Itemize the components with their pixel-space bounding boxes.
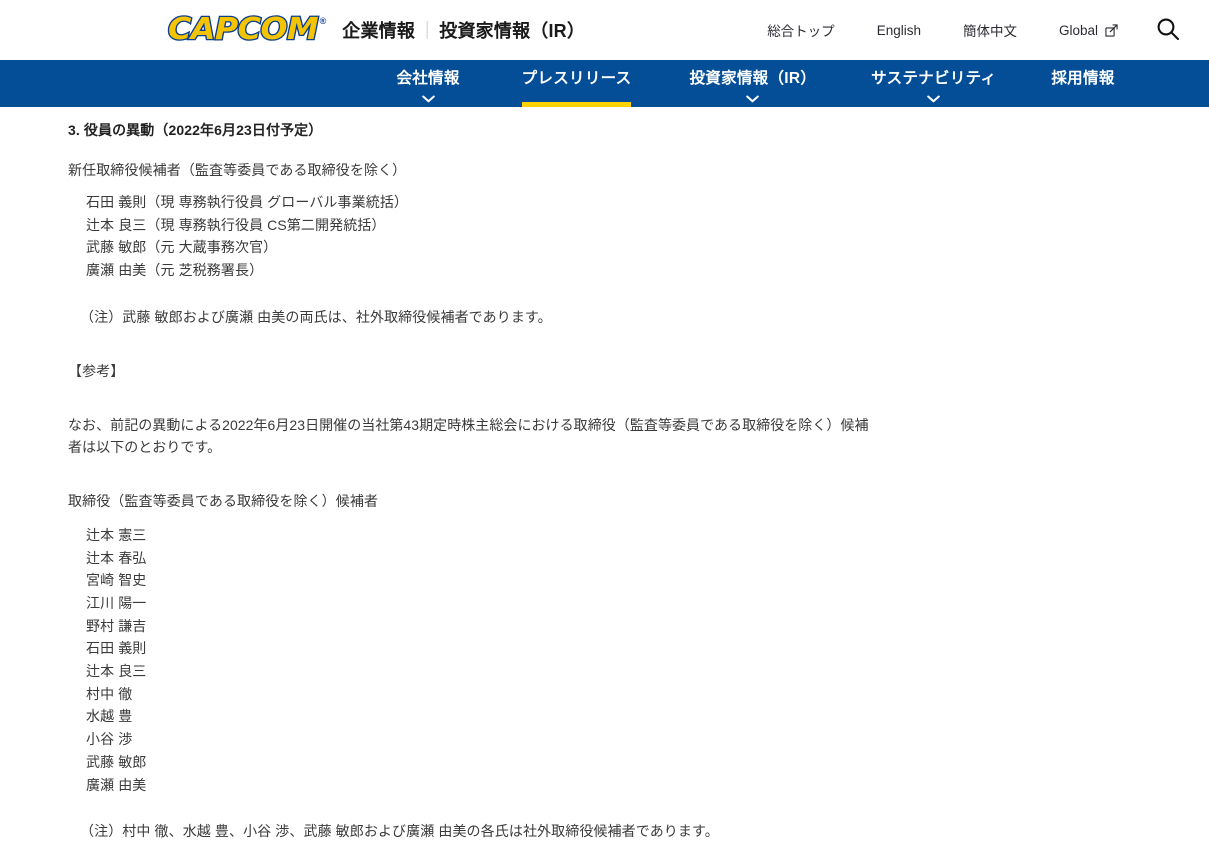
new-directors-note: （注）武藤 敏郎および廣瀬 由美の両氏は、社外取締役候補者であります。 [68,306,1209,328]
list-item: 辻本 憲三 [68,524,1209,547]
page-title-right: 投資家情報（IR） [439,21,585,41]
utility-link-english-label: English [877,23,921,38]
search-icon [1155,16,1181,45]
list-item: 村中 徹 [68,683,1209,706]
nav-item-recruitment[interactable]: 採用情報 [1051,60,1114,107]
utility-link-chinese-label: 簡体中文 [963,20,1017,40]
nav-item-company-info-label: 会社情報 [396,70,459,87]
main-navigation: 会社情報 プレスリリース 投資家情報（IR） サステナビリティ [0,60,1209,107]
list-item: 廣瀬 由美 [68,774,1209,797]
list-item: 野村 謙吉 [68,615,1209,638]
list-item: 武藤 敏郎（元 大蔵事務次官） [68,236,1209,259]
chevron-down-icon [927,90,940,98]
nav-item-investor-relations-label: 投資家情報（IR） [689,70,816,87]
content-inner: 3. 役員の異動（2022年6月23日付予定） 新任取締役候補者（監査等委員であ… [0,107,1209,842]
section-heading: 3. 役員の異動（2022年6月23日付予定） [68,119,1209,141]
main-navigation-inner: 会社情報 プレスリリース 投資家情報（IR） サステナビリティ [0,60,1209,107]
spacer [68,141,1209,159]
list-item: 廣瀬 由美（元 芝税務署長） [68,259,1209,282]
nav-item-recruitment-label: 採用情報 [1051,70,1114,87]
registered-trademark-icon: ® [320,17,327,26]
candidates-note: （注）村中 徹、水越 豊、小谷 渉、武藤 敏郎および廣瀬 由美の各氏は社外取締役… [68,820,1209,842]
main-content: 3. 役員の異動（2022年6月23日付予定） 新任取締役候補者（監査等委員であ… [0,107,1209,842]
list-item: 小谷 渉 [68,728,1209,751]
page-title-left: 企業情報 [342,21,415,41]
page-title-separator: ｜ [415,21,439,41]
external-link-icon [1105,24,1118,37]
brand-block[interactable]: CAPCOM ® 企業情報｜投資家情報（IR） [168,15,585,45]
utility-link-chinese[interactable]: 簡体中文 [942,20,1038,40]
nav-item-sustainability-label: サステナビリティ [871,70,996,87]
reference-paragraph: なお、前記の異動による2022年6月23日開催の当社第43期定時株主総会における… [68,414,880,458]
reference-label: 【参考】 [68,360,1209,382]
new-directors-list: 石田 義則（現 専務執行役員 グローバル事業統括） 辻本 良三（現 専務執行役員… [68,191,1209,282]
nav-item-sustainability[interactable]: サステナビリティ [871,60,996,107]
capcom-logo[interactable]: CAPCOM ® [168,15,326,45]
spacer [68,796,1209,806]
new-directors-label: 新任取締役候補者（監査等委員である取締役を除く） [68,159,1209,181]
capcom-wordmark: CAPCOM [168,15,318,45]
candidates-list: 辻本 憲三 辻本 春弘 宮崎 智史 江川 陽一 野村 謙吉 石田 義則 辻本 良… [68,524,1209,796]
list-item: 江川 陽一 [68,592,1209,615]
chevron-down-icon [746,90,759,98]
page-title: 企業情報｜投資家情報（IR） [342,17,585,43]
spacer [68,282,1209,292]
chevron-down-icon [422,90,435,98]
list-item: 辻本 良三 [68,660,1209,683]
list-item: 宮崎 智史 [68,569,1209,592]
utility-link-top-label: 総合トップ [767,20,835,40]
search-button[interactable] [1149,16,1187,45]
list-item: 水越 豊 [68,705,1209,728]
nav-item-company-info[interactable]: 会社情報 [396,60,459,107]
spacer [68,382,1209,400]
utility-link-global-label: Global [1059,23,1098,38]
nav-item-press-release-label: プレスリリース [522,70,632,87]
spacer [68,512,1209,524]
nav-active-underline [522,102,632,107]
spacer [68,472,1209,490]
utility-nav: 総合トップ English 簡体中文 Global [746,0,1209,60]
spacer [68,181,1209,191]
candidates-label: 取締役（監査等委員である取締役を除く）候補者 [68,490,1209,512]
spacer [68,342,1209,360]
nav-item-investor-relations[interactable]: 投資家情報（IR） [689,60,816,107]
list-item: 辻本 春弘 [68,547,1209,570]
list-item: 石田 義則 [68,637,1209,660]
utility-link-top[interactable]: 総合トップ [746,20,856,40]
list-item: 辻本 良三（現 専務執行役員 CS第二開発統括） [68,214,1209,237]
utility-link-global[interactable]: Global [1038,23,1139,38]
nav-item-press-release[interactable]: プレスリリース [522,60,632,107]
list-item: 石田 義則（現 専務執行役員 グローバル事業統括） [68,191,1209,214]
site-header: CAPCOM ® 企業情報｜投資家情報（IR） 総合トップ English 簡体… [0,0,1209,60]
list-item: 武藤 敏郎 [68,751,1209,774]
utility-link-english[interactable]: English [856,23,942,38]
